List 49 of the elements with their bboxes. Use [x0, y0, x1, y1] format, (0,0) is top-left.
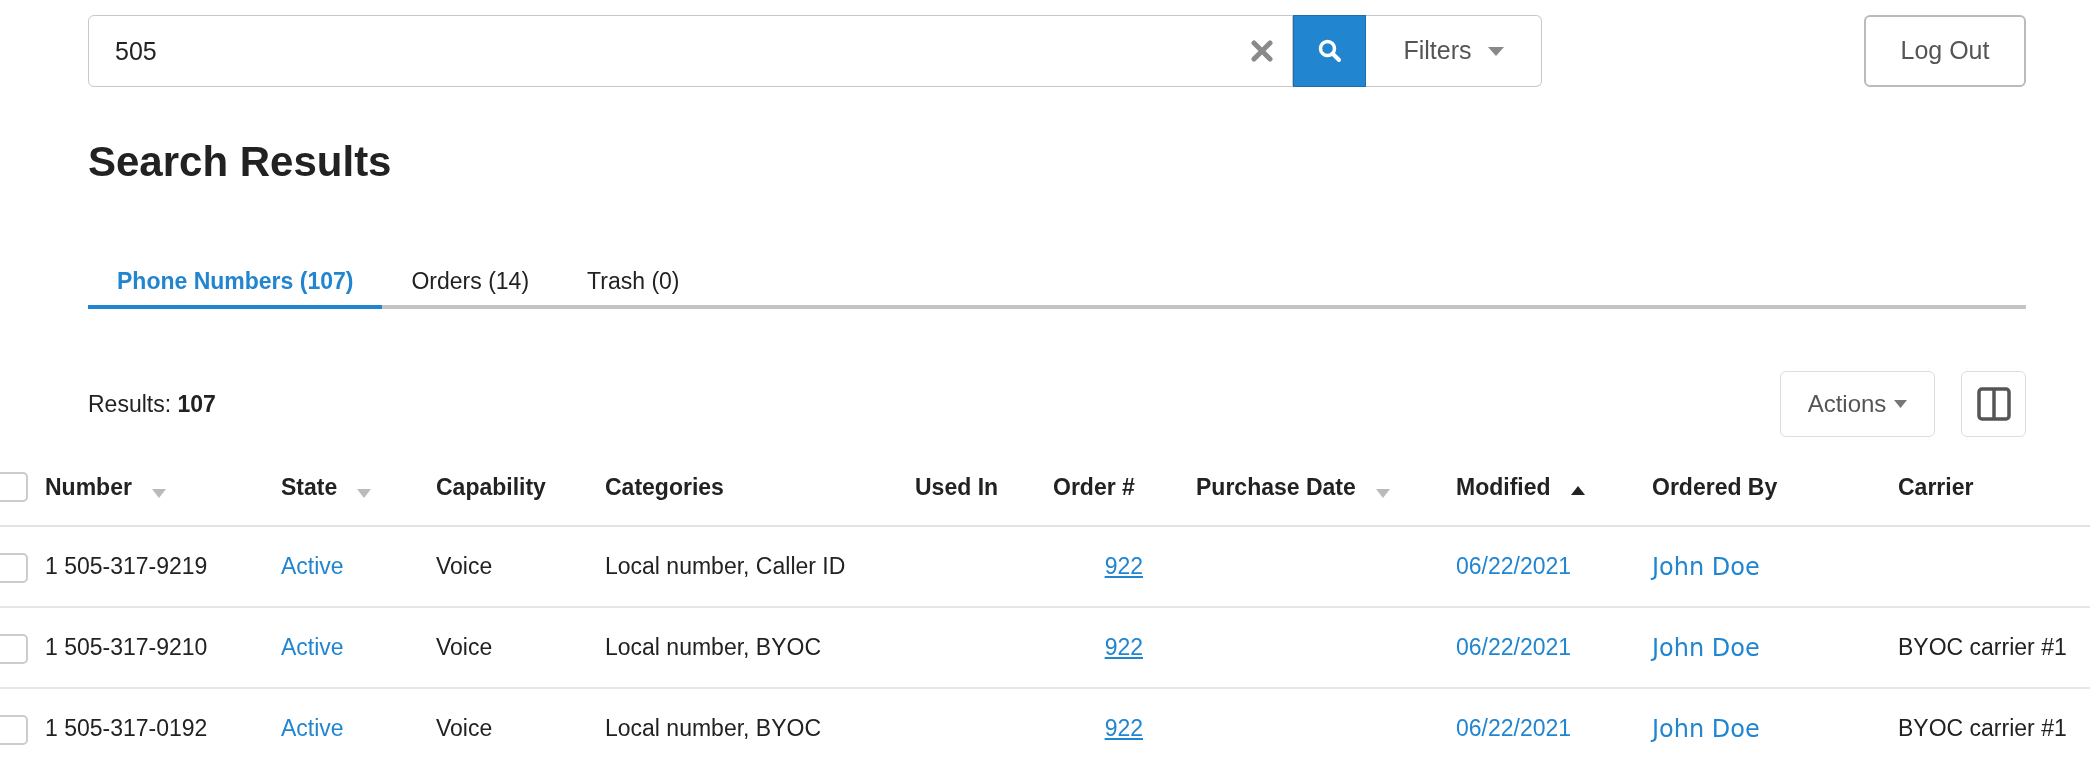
caret-icon	[1487, 46, 1504, 56]
columns-icon	[1976, 387, 2011, 421]
log-out-button[interactable]: Log Out	[1864, 15, 2026, 87]
column-header: Carrier	[1898, 473, 1974, 500]
results-count: Results: 107	[88, 389, 216, 419]
date-link[interactable]: 06/22/2021	[1456, 553, 1572, 580]
column-header: Categories	[605, 473, 724, 500]
status-link[interactable]: Active	[281, 634, 344, 661]
date-link[interactable]: 06/22/2021	[1456, 634, 1572, 661]
status-link[interactable]: Active	[281, 715, 344, 742]
column-header: Used In	[915, 473, 999, 500]
table-cell: Local number, BYOC	[605, 715, 822, 742]
search-icon	[1316, 38, 1343, 64]
columns-button[interactable]	[1961, 371, 2026, 437]
table-cell: Local number, BYOC	[605, 634, 822, 661]
order-link[interactable]: 922	[1104, 634, 1143, 661]
column-header[interactable]: Purchase Date	[1196, 473, 1356, 500]
table-cell: Voice	[436, 715, 493, 742]
status-link[interactable]: Active	[281, 553, 344, 580]
column-header: Capability	[436, 473, 546, 500]
user-link[interactable]: John Doe	[1652, 633, 1760, 662]
phone-number: 1 505-317-9210	[45, 634, 208, 661]
clear-icon[interactable]	[1251, 40, 1273, 62]
caret-icon	[1894, 400, 1908, 408]
actions-dropdown[interactable]: Actions	[1780, 371, 1935, 437]
tab[interactable]: Phone Numbers (107)	[88, 257, 383, 309]
column-header[interactable]: Modified	[1456, 473, 1551, 500]
date-link[interactable]: 06/22/2021	[1456, 715, 1572, 742]
table-cell: Local number, Caller ID	[605, 553, 846, 580]
table-cell: BYOC carrier #1	[1898, 715, 2067, 742]
column-header: Order #	[1053, 473, 1135, 500]
user-link[interactable]: John Doe	[1652, 714, 1760, 743]
tab[interactable]: Trash (0)	[558, 257, 709, 309]
table-cell: Voice	[436, 634, 493, 661]
column-header[interactable]: State	[281, 473, 338, 500]
column-header: Ordered By	[1652, 473, 1778, 500]
filters-dropdown[interactable]: Filters	[1366, 15, 1542, 87]
column-header[interactable]: Number	[45, 473, 132, 500]
phone-number: 1 505-317-9219	[45, 553, 208, 580]
user-link[interactable]: John Doe	[1652, 552, 1760, 581]
order-link[interactable]: 922	[1104, 715, 1143, 742]
table-cell: Voice	[436, 553, 493, 580]
search-button[interactable]	[1293, 15, 1366, 87]
phone-number: 1 505-317-0192	[45, 715, 208, 742]
search-field[interactable]: 505	[88, 15, 1293, 87]
table-cell: BYOC carrier #1	[1898, 634, 2067, 661]
tab[interactable]: Orders (14)	[382, 257, 559, 309]
order-link[interactable]: 922	[1104, 553, 1143, 580]
page-title: Search Results	[88, 141, 393, 183]
